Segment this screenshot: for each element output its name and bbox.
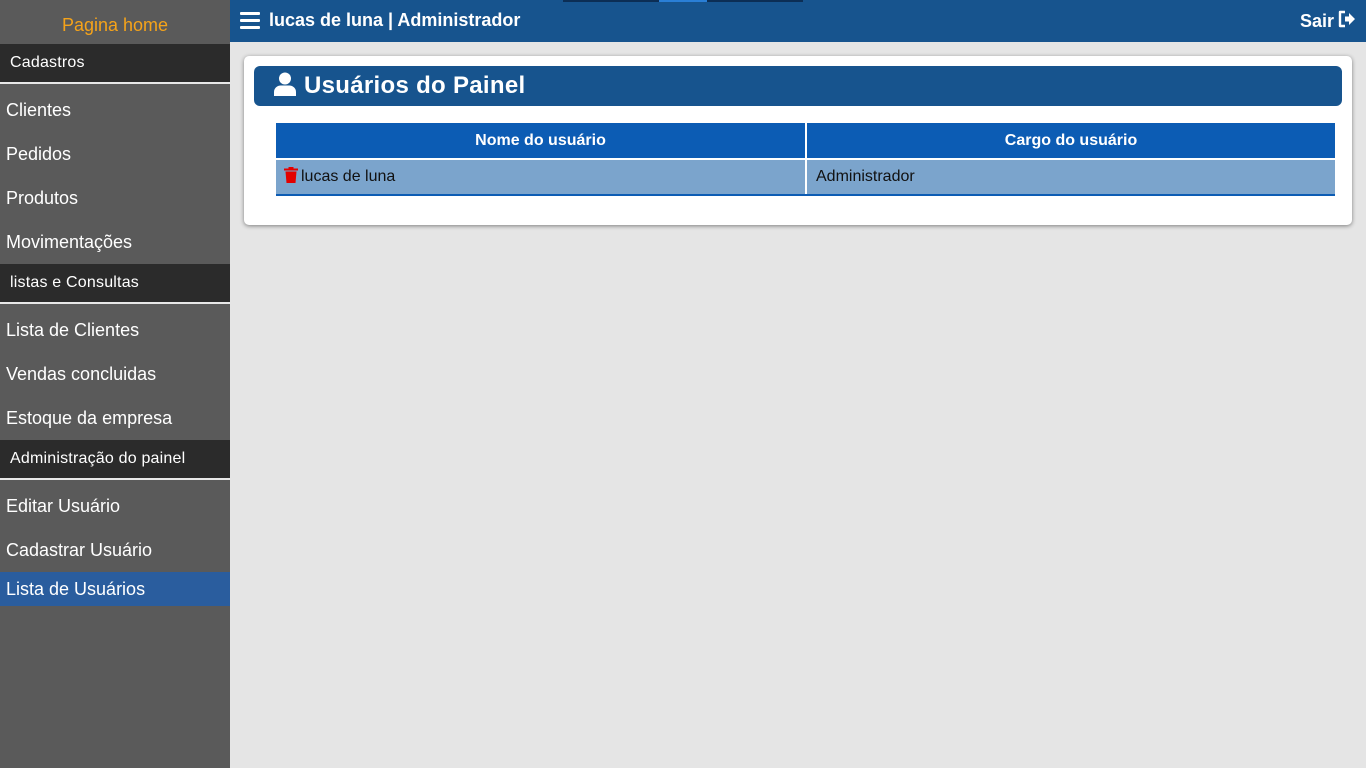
logout-label: Sair [1299, 11, 1334, 31]
column-header-nome: Nome do usuário [276, 123, 807, 159]
user-icon [274, 72, 296, 101]
cell-user-name: lucas de luna [276, 158, 807, 196]
sidebar-item-produtos[interactable]: Produtos [0, 176, 230, 220]
cell-user-role: Administrador [806, 158, 1335, 196]
column-header-cargo: Cargo do usuário [806, 123, 1335, 159]
home-link[interactable]: Pagina home [0, 0, 230, 44]
section-administracao: Administração do painel [0, 440, 230, 480]
table-header-row: Nome do usuário Cargo do usuário [276, 123, 1335, 159]
sign-out-icon [1338, 10, 1356, 33]
user-name: lucas de luna [301, 167, 396, 185]
panel-header: Usuários do Painel [254, 66, 1342, 106]
sidebar-item-vendas-concluidas[interactable]: Vendas concluidas [0, 352, 230, 396]
table-row: lucas de luna Administrador [276, 158, 1335, 196]
trash-icon[interactable] [284, 166, 298, 188]
page-title: Usuários do Painel [304, 72, 526, 99]
sidebar-item-movimentacoes[interactable]: Movimentações [0, 220, 230, 264]
sidebar-item-estoque-empresa[interactable]: Estoque da empresa [0, 396, 230, 440]
users-table: Nome do usuário Cargo do usuário lucas d… [276, 123, 1335, 196]
topbar: lucas de luna | Administrador Sair [230, 0, 1366, 42]
section-listas-consultas: listas e Consultas [0, 264, 230, 304]
hamburger-icon[interactable] [240, 12, 260, 30]
section-cadastros: Cadastros [0, 44, 230, 84]
logout-button[interactable]: Sair [1300, 10, 1356, 33]
sidebar-item-lista-clientes[interactable]: Lista de Clientes [0, 308, 230, 352]
sidebar-item-lista-usuarios[interactable]: Lista de Usuários [0, 572, 230, 606]
user-title: lucas de luna | Administrador [269, 10, 521, 30]
sidebar-item-clientes[interactable]: Clientes [0, 88, 230, 132]
sidebar-item-cadastrar-usuario[interactable]: Cadastrar Usuário [0, 528, 230, 572]
sidebar: Pagina home Cadastros Clientes Pedidos P… [0, 0, 230, 768]
sidebar-item-pedidos[interactable]: Pedidos [0, 132, 230, 176]
top-accent-strip-highlight [659, 0, 707, 2]
sidebar-item-editar-usuario[interactable]: Editar Usuário [0, 484, 230, 528]
users-panel-card: Usuários do Painel Nome do usuário Cargo… [244, 56, 1352, 225]
